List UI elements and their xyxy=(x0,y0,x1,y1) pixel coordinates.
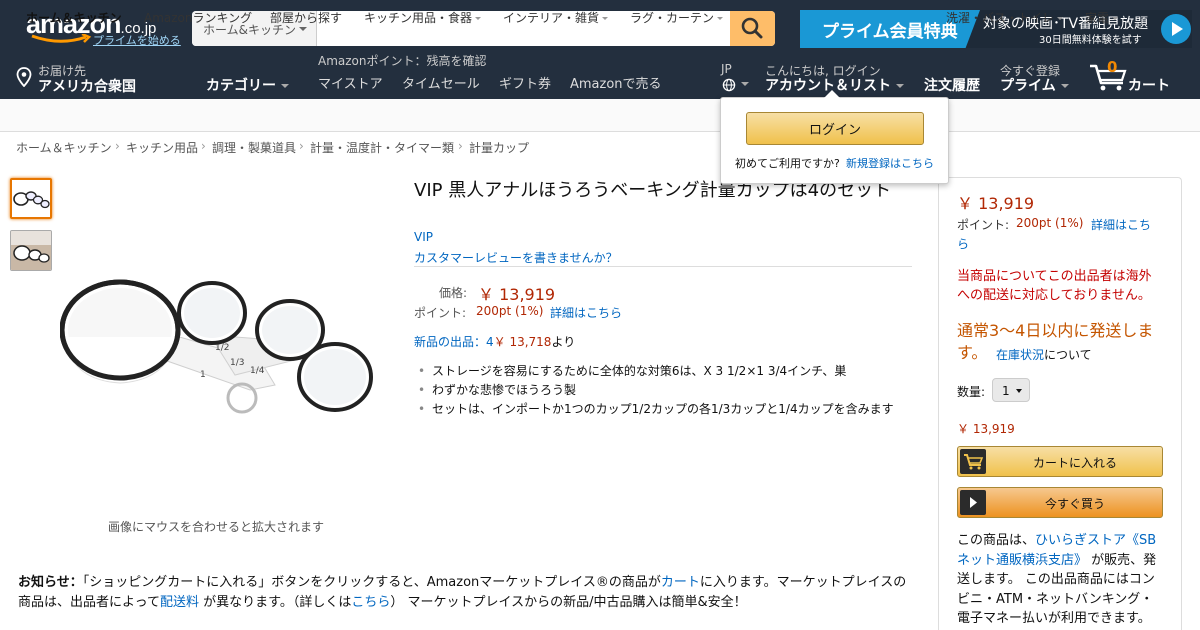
thumbnail-2[interactable] xyxy=(10,230,52,271)
thumbnail-1[interactable] xyxy=(10,178,52,219)
price-value: ￥ 13,919 xyxy=(478,285,556,304)
buy-now-button[interactable]: 今すぐ買う xyxy=(957,487,1163,518)
chevron-down-icon xyxy=(1016,389,1022,393)
feature-bullet: ストレージを容易にするために全体的な対策6は、X 3 1/2×1 3/4インチ、… xyxy=(418,362,912,381)
breadcrumb-item[interactable]: キッチン用品 xyxy=(126,139,198,156)
chevron-down-icon xyxy=(741,82,749,86)
subnav-item-kitchenware[interactable]: キッチン用品・食器 xyxy=(364,9,482,26)
buybox-price-secondary: ￥ 13,919 xyxy=(957,422,1015,436)
cart-icon xyxy=(960,449,986,474)
chevron-down-icon xyxy=(1060,84,1069,88)
points-balance-link[interactable]: Amazonポイント：残高を確認 xyxy=(318,52,487,69)
location-pin-icon xyxy=(16,67,32,87)
divider xyxy=(414,266,912,267)
feature-bullets: ストレージを容易にするために全体的な対策6は、X 3 1/2×1 3/4インチ、… xyxy=(418,362,912,419)
brand-link[interactable]: VIP xyxy=(414,230,433,244)
breadcrumb-separator-icon: › xyxy=(299,139,304,153)
prime-banner-title: プライム会員特典 xyxy=(822,22,958,42)
subnav-item-home-kitchen[interactable]: ホーム＆キッチン xyxy=(26,9,122,26)
login-popover: ログイン 初めてご利用ですか? 新規登録はこちら xyxy=(720,97,949,184)
cart-label: カート xyxy=(1128,78,1170,94)
search-button[interactable] xyxy=(730,11,775,46)
stock-status-link[interactable]: 在庫状況 xyxy=(996,346,1044,363)
nav-link-mystore[interactable]: マイストア xyxy=(318,73,383,92)
subnav-item-rooms[interactable]: 部屋から探す xyxy=(270,9,342,26)
breadcrumb-separator-icon: › xyxy=(201,139,206,153)
shipping-warning: 当商品についてこの出品者は海外への配送に対応しておりません。 xyxy=(957,269,1152,303)
category-subnav xyxy=(0,99,1200,132)
cart-link-inline[interactable]: カート xyxy=(661,575,700,590)
breadcrumb-separator-icon: › xyxy=(458,139,463,153)
subnav-item-interior[interactable]: インテリア・雑貨 xyxy=(503,9,609,26)
breadcrumb-item[interactable]: ホーム＆キッチン xyxy=(16,139,112,156)
register-link[interactable]: 新規登録はこちら xyxy=(846,155,934,171)
chevron-down-icon xyxy=(602,17,609,20)
prime-banner-line2: 30日間無料体験を試す xyxy=(1039,35,1142,46)
price-label: 価格: xyxy=(439,286,468,300)
login-button[interactable]: ログイン xyxy=(746,112,924,145)
play-icon xyxy=(960,490,986,515)
marketplace-notice: お知らせ：「ショッピングカートに入れる」ボタンをクリックすると、Amazonマー… xyxy=(18,575,907,610)
chevron-down-icon xyxy=(896,84,904,88)
write-review-link[interactable]: カスタマーレビューを書きませんか？ xyxy=(414,249,618,266)
shipping-fee-link[interactable]: 配送料 xyxy=(160,595,199,610)
points-value: 200pt (1%) xyxy=(476,304,544,318)
points-label: ポイント: xyxy=(414,306,467,320)
svg-text:1: 1 xyxy=(200,370,206,380)
logo-smile-icon xyxy=(31,34,92,43)
search-icon xyxy=(741,17,763,39)
play-icon xyxy=(1161,14,1191,44)
breadcrumb-item[interactable]: 計量・温度計・タイマー類 xyxy=(310,139,454,156)
nav-link-sell[interactable]: Amazonで売る xyxy=(570,73,662,92)
breadcrumb-item[interactable]: 計量カップ xyxy=(469,139,529,156)
chevron-down-icon xyxy=(475,17,482,20)
product-thumbnail-image xyxy=(12,180,50,217)
chevron-down-icon xyxy=(1057,17,1064,20)
first-time-label: 初めてご利用ですか? xyxy=(735,157,840,170)
nav-link-timesale[interactable]: タイムセール xyxy=(402,73,480,92)
prime-start-link[interactable]: プライムを始める xyxy=(93,32,181,48)
stock-status-suffix: について xyxy=(1044,348,1092,362)
buybox-price: ￥ 13,919 xyxy=(957,194,1035,213)
feature-bullet: わずかな悲惨でほうろう製 xyxy=(418,381,912,400)
chevron-down-icon xyxy=(1112,17,1119,20)
orders-link[interactable]: 注文履歴 xyxy=(924,75,980,95)
popover-arrow xyxy=(824,90,840,98)
subnav-item-rugs[interactable]: ラグ・カーテン xyxy=(630,9,724,26)
svg-text:1/3: 1/3 xyxy=(230,358,244,368)
add-to-cart-button[interactable]: カートに入れる xyxy=(957,446,1163,477)
deliver-to-value: アメリカ合衆国 xyxy=(38,79,136,95)
chevron-down-icon xyxy=(281,84,289,88)
quantity-label: 数量: xyxy=(957,385,986,399)
subnav-item-ranking[interactable]: Amazonランキング xyxy=(144,9,252,26)
chevron-down-icon xyxy=(299,27,307,31)
svg-text:1/4: 1/4 xyxy=(250,366,265,376)
nav-link-giftcard[interactable]: ギフト券 xyxy=(499,73,551,92)
category-menu[interactable]: カテゴリー xyxy=(206,75,289,95)
product-thumbnail-image xyxy=(11,231,51,270)
subnav-item-laundry[interactable]: 洗濯・バス・トイレ xyxy=(946,9,1064,26)
buybox-points-details-link[interactable]: 詳細はこちら xyxy=(957,216,1162,254)
product-main-image[interactable]: 1/2 1/3 1/4 1 xyxy=(60,265,380,420)
quantity-select[interactable]: 1 xyxy=(992,378,1030,402)
cart-count: 0 xyxy=(1107,58,1118,76)
image-zoom-hint: 画像にマウスを合わせると拡大されます xyxy=(108,520,325,534)
new-offers-link[interactable]: 新品の出品：4￥ 13,718より xyxy=(414,333,575,350)
subnav-item-appliances[interactable]: 家電 xyxy=(1085,9,1119,26)
feature-bullet: セットは、インポートか1つのカップ1/2カップの各1/3カップと1/4カップを含… xyxy=(418,400,912,419)
globe-icon xyxy=(722,78,736,92)
points-details-link[interactable]: 詳細はこちら xyxy=(550,304,622,321)
chevron-down-icon xyxy=(717,17,724,20)
seller-info: この商品は、ひいらぎストア《SBネット通販横浜支店》 が販売、発送します。 この… xyxy=(957,533,1157,626)
breadcrumb-item[interactable]: 調理・製菓道具 xyxy=(212,139,296,156)
breadcrumb-separator-icon: › xyxy=(115,139,120,153)
details-link[interactable]: こちら xyxy=(351,595,390,610)
